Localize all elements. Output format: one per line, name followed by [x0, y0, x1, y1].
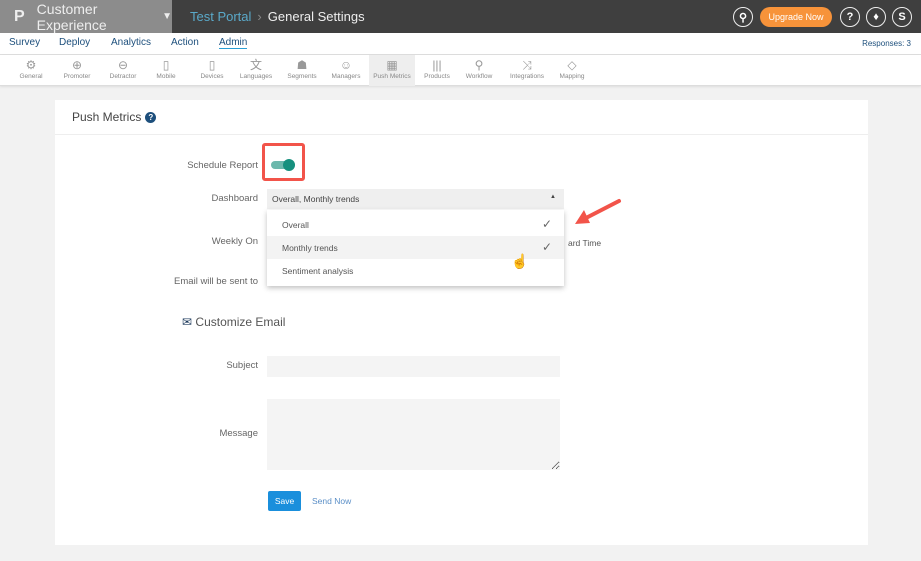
tool-managers[interactable]: ☺ Managers	[325, 55, 367, 86]
push-metrics-card: Push Metrics?	[55, 100, 868, 545]
help-icon[interactable]: ?	[145, 112, 157, 123]
promoter-icon: ⊕	[71, 58, 83, 72]
devices-icon: ▯	[208, 58, 216, 72]
divider	[55, 134, 868, 135]
caret-up-icon: ▲	[550, 194, 556, 200]
products-icon: |||	[432, 58, 442, 72]
save-button[interactable]: Save	[268, 491, 301, 511]
logo: P	[14, 7, 25, 25]
search-icon[interactable]: ⚲	[733, 7, 753, 27]
avatar[interactable]: S	[892, 7, 912, 27]
option-overall[interactable]: Overall ✓	[267, 213, 564, 236]
check-icon: ✓	[541, 240, 552, 254]
breadcrumb: Test Portal › General Settings	[190, 9, 365, 24]
nav-action[interactable]: Action	[171, 37, 199, 48]
page-title: Push Metrics?	[72, 110, 157, 124]
schedule-report-label: Schedule Report	[187, 160, 258, 171]
upgrade-button[interactable]: Upgrade Now	[760, 7, 832, 27]
tool-label: Promoter	[63, 73, 91, 80]
help-icon[interactable]: ?	[840, 7, 860, 27]
tool-label: Segments	[287, 73, 317, 80]
message-label: Message	[219, 428, 258, 439]
tool-languages[interactable]: 文 Languages	[236, 55, 276, 86]
tool-label: Integrations	[510, 73, 544, 80]
dashboard-value: Overall, Monthly trends	[272, 194, 360, 204]
hand-cursor-icon: ☝	[511, 253, 529, 269]
tool-mobile[interactable]: ▯ Mobile	[148, 55, 184, 86]
tool-label: Devices	[200, 73, 224, 80]
tool-label: Mobile	[156, 73, 176, 80]
tool-label: Languages	[239, 73, 273, 80]
app-switcher[interactable]: P Customer Experience ▼	[0, 0, 172, 33]
workflow-icon: ⚲	[474, 58, 484, 72]
envelope-icon: ✉	[182, 315, 193, 329]
tool-label: General	[19, 73, 43, 80]
integrations-icon: ⤨	[522, 58, 532, 72]
tool-label: Managers	[331, 73, 361, 80]
mapping-icon: ◇	[567, 58, 577, 72]
customize-email-text: Customize Email	[195, 315, 286, 329]
tool-label: Products	[424, 73, 450, 80]
option-label: Sentiment analysis	[282, 266, 354, 276]
push-metrics-icon: ▦	[386, 58, 398, 72]
mobile-icon: ▯	[162, 58, 170, 72]
top-bar: P Customer Experience ▼ Test Portal › Gene…	[0, 0, 921, 33]
option-label: Monthly trends	[282, 243, 338, 253]
breadcrumb-portal[interactable]: Test Portal	[190, 9, 251, 24]
email-sent-to-label: Email will be sent to	[174, 276, 258, 287]
tool-label: Detractor	[109, 73, 137, 80]
dashboard-select[interactable]: Overall, Monthly trends ▲	[267, 189, 564, 209]
tool-mapping[interactable]: ◇ Mapping	[552, 55, 592, 86]
caret-down-icon: ▼	[162, 11, 172, 22]
tool-label: Workflow	[465, 73, 493, 80]
bell-icon[interactable]: ♦	[866, 7, 886, 27]
tool-general[interactable]: ⚙ General	[8, 55, 54, 86]
subject-label: Subject	[226, 360, 258, 371]
toggle-knob	[283, 159, 295, 171]
tool-workflow[interactable]: ⚲ Workflow	[459, 55, 499, 86]
dashboard-dropdown-menu: Overall ✓ Monthly trends ✓ Sentiment analy…	[267, 210, 564, 286]
managers-icon: ☺	[339, 58, 353, 72]
tool-label: Push Metrics	[373, 73, 411, 80]
chevron-right-icon: ›	[257, 9, 262, 24]
main-nav: Survey Deploy Analytics Action Admin Res…	[0, 33, 921, 55]
weekly-on-label: Weekly On	[211, 236, 258, 247]
tool-promoter[interactable]: ⊕ Promoter	[58, 55, 96, 86]
red-arrow-annotation	[575, 199, 621, 224]
segments-icon: ☗	[296, 58, 308, 72]
tool-label: Mapping	[559, 73, 585, 80]
tool-products[interactable]: ||| Products	[416, 55, 458, 86]
customize-email-heading: ✉ Customize Email	[182, 315, 285, 329]
nav-deploy[interactable]: Deploy	[59, 37, 90, 48]
tool-push-metrics[interactable]: ▦ Push Metrics	[369, 55, 415, 86]
dashboard-label: Dashboard	[211, 193, 258, 204]
admin-toolbar: ⚙ General ⊕ Promoter ⊖ Detractor ▯ Mobile ▯ Devic…	[0, 55, 921, 86]
nav-analytics[interactable]: Analytics	[111, 37, 151, 48]
option-label: Overall	[282, 220, 309, 230]
responses-count: Responses: 3	[862, 39, 911, 48]
nav-survey[interactable]: Survey	[9, 37, 40, 48]
timezone-text: ard Time	[568, 238, 602, 248]
message-textarea[interactable]	[267, 399, 560, 470]
languages-icon: 文	[249, 58, 262, 72]
nav-admin[interactable]: Admin	[219, 37, 248, 49]
schedule-toggle[interactable]	[271, 159, 295, 171]
tool-detractor[interactable]: ⊖ Detractor	[100, 55, 146, 86]
tool-integrations[interactable]: ⤨ Integrations	[503, 55, 551, 86]
general-icon: ⚙	[25, 58, 37, 72]
send-now-link[interactable]: Send Now	[312, 496, 351, 506]
breadcrumb-page: General Settings	[267, 9, 365, 24]
subject-input[interactable]	[267, 356, 560, 377]
check-icon: ✓	[541, 217, 552, 231]
title-text: Push Metrics	[72, 110, 142, 124]
app-name: Customer Experience	[36, 0, 107, 33]
detractor-icon: ⊖	[117, 58, 129, 72]
tool-segments[interactable]: ☗ Segments	[280, 55, 324, 86]
tool-devices[interactable]: ▯ Devices	[192, 55, 232, 86]
